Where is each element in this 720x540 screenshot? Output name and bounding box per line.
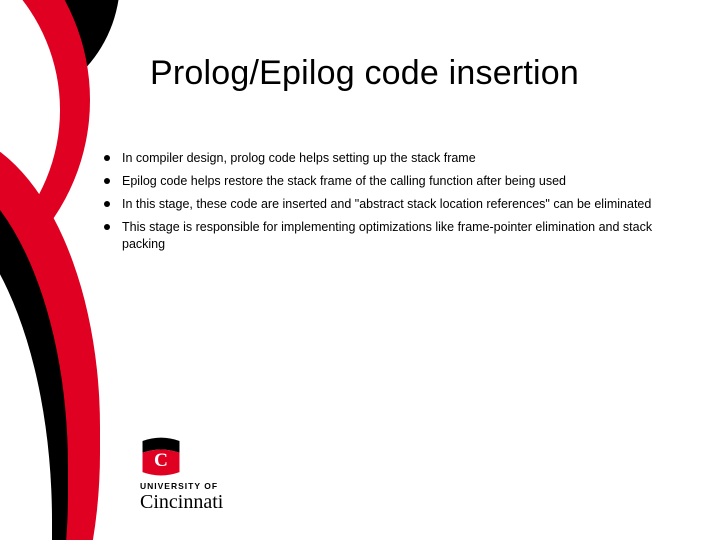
university-logo: C UNIVERSITY OF Cincinnati bbox=[140, 436, 223, 513]
logo-university-of: UNIVERSITY OF bbox=[140, 482, 223, 491]
slide-title: Prolog/Epilog code insertion bbox=[150, 54, 690, 93]
logo-mark-icon: C bbox=[140, 436, 182, 478]
list-item: In this stage, these code are inserted a… bbox=[100, 196, 690, 213]
logo-text: UNIVERSITY OF Cincinnati bbox=[140, 482, 223, 513]
list-item: Epilog code helps restore the stack fram… bbox=[100, 173, 690, 190]
logo-name: Cincinnati bbox=[140, 492, 223, 512]
list-item: In compiler design, prolog code helps se… bbox=[100, 150, 690, 167]
logo-letter: C bbox=[154, 450, 168, 471]
bullet-list: In compiler design, prolog code helps se… bbox=[100, 150, 690, 252]
slide: Prolog/Epilog code insertion In compiler… bbox=[0, 0, 720, 540]
list-item: This stage is responsible for implementi… bbox=[100, 219, 690, 253]
slide-body: In compiler design, prolog code helps se… bbox=[100, 150, 690, 258]
